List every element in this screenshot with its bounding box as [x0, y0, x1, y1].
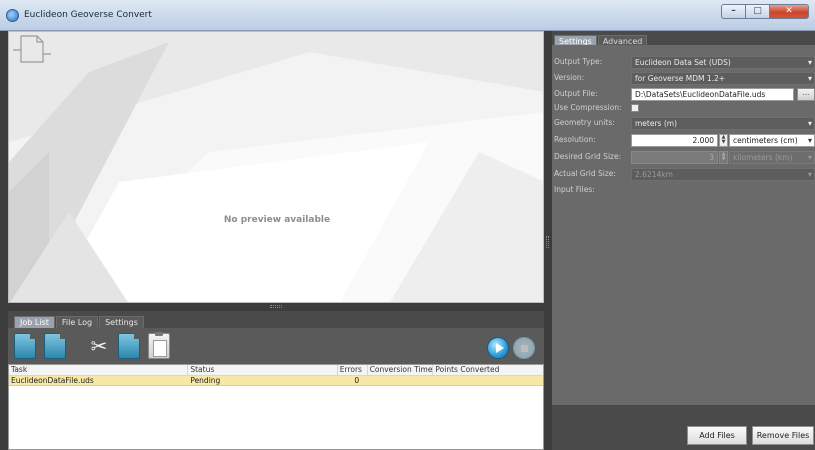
column-status[interactable]: Status — [188, 365, 338, 375]
job-toolbar: ✂ — [8, 328, 544, 364]
splitter-grip-vertical — [546, 236, 549, 248]
table-row[interactable]: EuclideonDataFile.uds Pending 0 — [9, 376, 543, 386]
close-icon: ✕ — [785, 6, 793, 16]
remove-files-button[interactable]: Remove Files — [752, 426, 814, 445]
cut-icon[interactable]: ✂ — [88, 333, 110, 359]
close-button[interactable]: ✕ — [769, 4, 809, 19]
desired-grid-row: Desired Grid Size: 3 ▲ ▼ kilometers (km) — [554, 151, 815, 164]
desired-grid-input[interactable]: 3 — [631, 151, 718, 164]
new-job-button[interactable] — [14, 333, 36, 359]
maximize-icon: □ — [753, 6, 762, 16]
preview-background — [9, 32, 543, 302]
maximize-button[interactable]: □ — [745, 4, 769, 19]
row-status: Pending — [190, 376, 221, 385]
output-file-field[interactable]: D:\DataSets\EuclideonDataFile.uds — [631, 88, 794, 101]
version-row: Version: for Geoverse MDM 1.2+ — [554, 72, 815, 85]
version-label: Version: — [554, 73, 585, 82]
actual-grid-label: Actual Grid Size: — [554, 169, 616, 178]
desired-grid-spinner[interactable]: ▲ ▼ — [719, 151, 728, 164]
row-task: EuclideonDataFile.uds — [11, 376, 94, 385]
title-bar: Euclideon Geoverse Convert – □ ✕ — [0, 0, 815, 31]
use-compression-checkbox[interactable] — [631, 104, 639, 112]
version-select[interactable]: for Geoverse MDM 1.2+ — [631, 72, 815, 85]
horizontal-splitter[interactable] — [8, 303, 544, 311]
column-task[interactable]: Task — [9, 365, 189, 375]
window-title: Euclideon Geoverse Convert — [24, 10, 152, 20]
actual-grid-row: Actual Grid Size: 2.6214km — [554, 168, 815, 181]
row-points-converted — [433, 376, 543, 385]
no-preview-icon — [13, 35, 51, 63]
desired-grid-label: Desired Grid Size: — [554, 152, 622, 161]
preview-panel: No preview available — [8, 31, 544, 303]
resolution-spinner[interactable]: ▲ ▼ — [719, 134, 728, 147]
stop-conversion-button[interactable] — [513, 337, 535, 359]
app-icon — [6, 9, 19, 22]
copy-job-button[interactable] — [118, 333, 140, 359]
input-files-label: Input Files: — [554, 185, 595, 194]
tab-job-list[interactable]: Job List — [14, 316, 55, 328]
resolution-label: Resolution: — [554, 135, 596, 144]
job-table: Task Status Errors Conversion Time Point… — [8, 364, 544, 450]
job-panel: Job List File Log Settings ✂ Task Status… — [8, 311, 544, 450]
column-conversion-time[interactable]: Conversion Time — [368, 365, 434, 375]
settings-panel: Settings Advanced Output Type: Euclideon… — [552, 31, 815, 450]
row-errors: 0 — [354, 376, 360, 385]
tab-file-log[interactable]: File Log — [55, 316, 99, 328]
input-files-row: Input Files: — [554, 184, 815, 197]
geometry-units-row: Geometry units: meters (m) — [554, 117, 815, 130]
desired-grid-unit-select[interactable]: kilometers (km) — [729, 151, 815, 164]
output-type-label: Output Type: — [554, 57, 603, 66]
column-errors[interactable]: Errors — [338, 365, 368, 375]
use-compression-label: Use Compression: — [554, 103, 622, 112]
job-table-header: Task Status Errors Conversion Time Point… — [9, 365, 543, 376]
no-preview-text: No preview available — [223, 215, 331, 225]
resolution-unit-select[interactable]: centimeters (cm) — [729, 134, 815, 147]
splitter-grip — [270, 305, 282, 308]
input-files-list[interactable] — [552, 214, 815, 405]
minimize-icon: – — [731, 6, 736, 16]
window-controls: – □ ✕ — [721, 4, 809, 19]
job-panel-tabs: Job List File Log Settings — [14, 316, 145, 328]
file-buttons-bar: Add Files Remove Files — [552, 405, 815, 450]
column-points-converted[interactable]: Points Converted — [433, 365, 543, 375]
actual-grid-select[interactable]: 2.6214km — [631, 168, 815, 181]
open-job-button[interactable] — [44, 333, 66, 359]
geometry-units-label: Geometry units: — [554, 118, 615, 127]
browse-button[interactable]: ... — [797, 88, 815, 101]
vertical-splitter[interactable] — [544, 31, 552, 450]
geometry-units-select[interactable]: meters (m) — [631, 117, 815, 130]
output-type-row: Output Type: Euclideon Data Set (UDS) — [554, 56, 815, 69]
use-compression-row: Use Compression: — [554, 102, 815, 115]
row-conversion-time — [368, 376, 434, 385]
output-file-row: Output File: D:\DataSets\EuclideonDataFi… — [554, 88, 815, 101]
start-conversion-button[interactable] — [487, 337, 509, 359]
resolution-row: Resolution: 2.000 ▲ ▼ centimeters (cm) — [554, 134, 815, 147]
output-type-select[interactable]: Euclideon Data Set (UDS) — [631, 56, 815, 69]
paste-icon[interactable] — [148, 332, 170, 359]
add-files-button[interactable]: Add Files — [687, 426, 747, 445]
settings-form: Output Type: Euclideon Data Set (UDS) Ve… — [552, 45, 815, 405]
tab-settings-log[interactable]: Settings — [99, 316, 144, 328]
resolution-input[interactable]: 2.000 — [631, 134, 718, 147]
minimize-button[interactable]: – — [721, 4, 745, 19]
output-file-label: Output File: — [554, 89, 598, 98]
